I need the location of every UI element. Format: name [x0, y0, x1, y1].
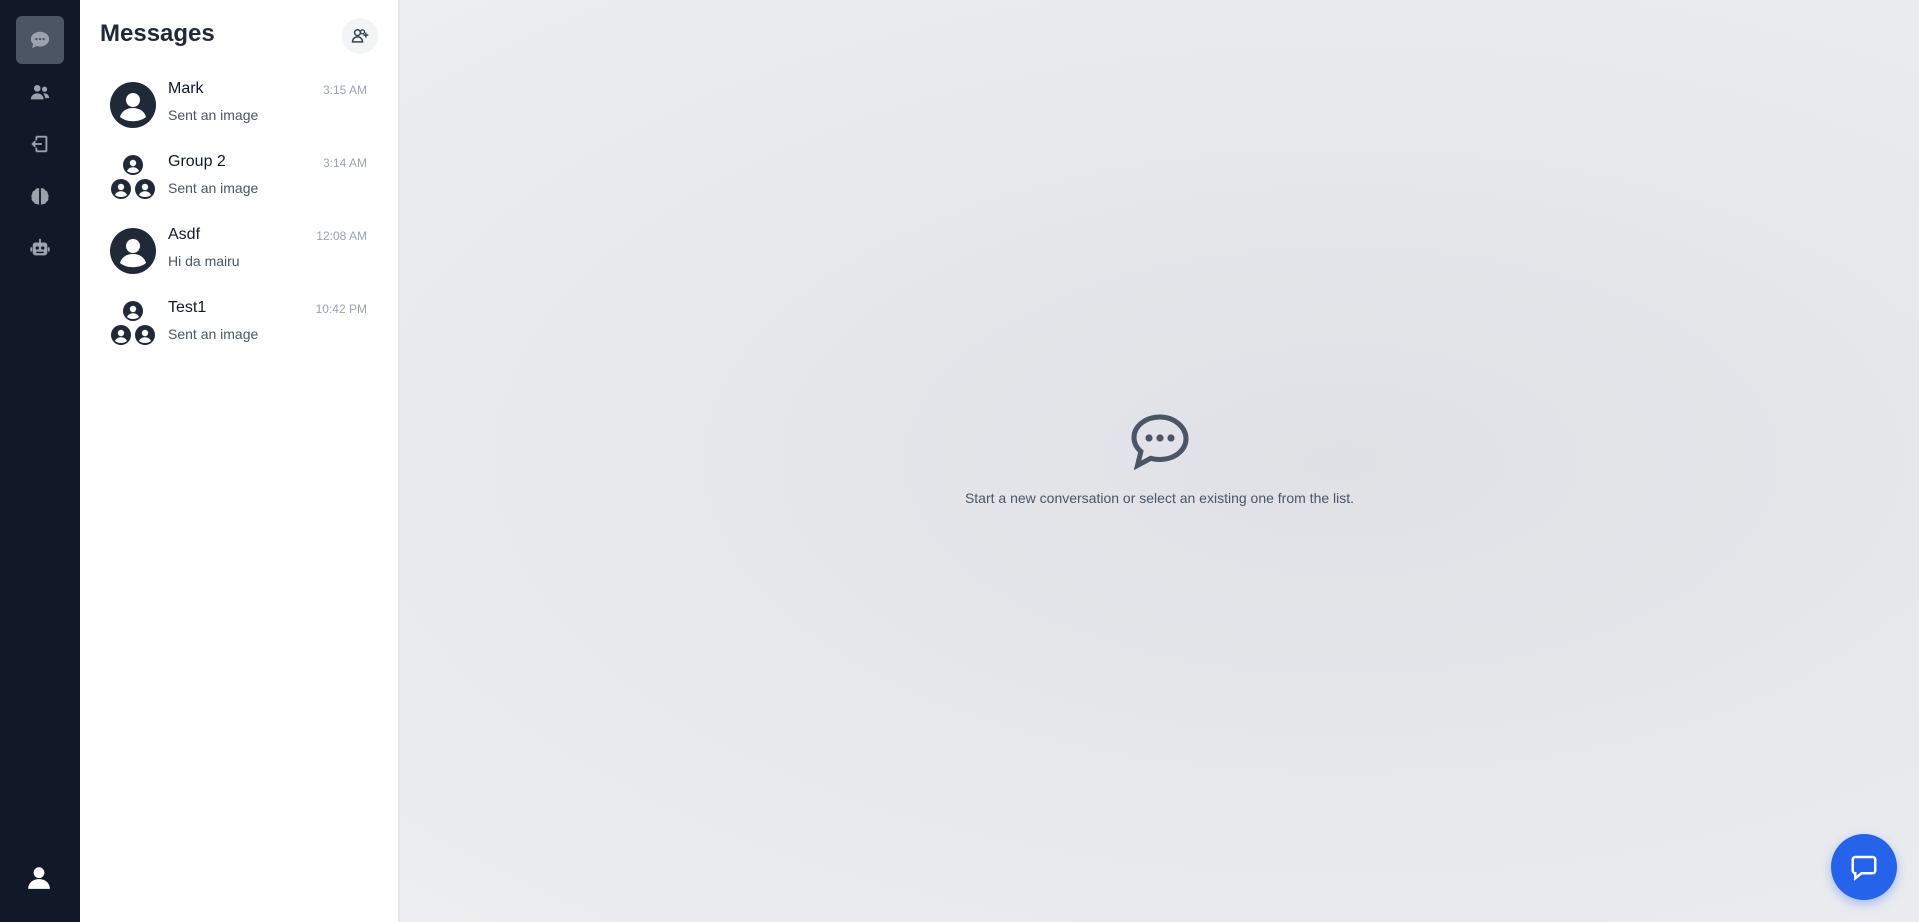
logout-icon [31, 135, 48, 153]
rail-bot-button[interactable] [16, 224, 64, 272]
group-avatar-icon [111, 301, 155, 345]
empty-state: Start a new conversation or select an ex… [400, 413, 1919, 506]
chat-bubble-icon [30, 31, 50, 49]
conversation-item[interactable]: Asdf Hi da mairu 12:08 AM [80, 222, 399, 295]
conversation-preview: Hi da mairu [168, 253, 240, 269]
rail-contacts-button[interactable] [16, 68, 64, 116]
user-avatar-icon [28, 867, 50, 889]
conversation-item[interactable]: Group 2 Sent an image 3:14 AM [80, 149, 399, 222]
conversation-time: 3:15 AM [322, 83, 367, 97]
panel-header: Messages [100, 18, 378, 54]
conversation-preview: Sent an image [168, 326, 259, 342]
conversation-preview: Sent an image [168, 180, 259, 196]
rail-logout-button[interactable] [16, 120, 64, 168]
group-avatar-icon [111, 155, 155, 199]
conversation-panel: Messages Mark Sent an image 3:15 AM Grou… [80, 0, 399, 922]
icon-rail [0, 0, 80, 922]
users-icon [30, 85, 50, 100]
conversation-time: 3:14 AM [322, 156, 367, 170]
group-avatar [110, 155, 156, 201]
avatar [110, 82, 156, 128]
avatar [110, 228, 156, 274]
chat-fab-button[interactable] [1831, 834, 1897, 900]
user-avatar-icon [110, 82, 156, 128]
conversation-name: Mark [168, 80, 204, 97]
chat-main-area: Start a new conversation or select an ex… [400, 0, 1919, 922]
new-conversation-button[interactable] [342, 18, 378, 54]
group-avatar [110, 301, 156, 347]
comment-dots-icon [1130, 414, 1189, 471]
user-avatar-icon [110, 228, 156, 274]
conversation-preview: Sent an image [168, 107, 259, 123]
robot-icon [30, 238, 50, 256]
rail-chats-button[interactable] [16, 16, 64, 64]
page-title: Messages [100, 20, 215, 47]
conversation-name: Group 2 [168, 153, 226, 170]
conversation-name: Test1 [168, 299, 207, 316]
profile-avatar[interactable] [19, 857, 59, 897]
empty-state-text: Start a new conversation or select an ex… [964, 490, 1355, 506]
add-user-icon [351, 28, 369, 43]
conversation-item[interactable]: Test1 Sent an image 10:42 PM [80, 295, 399, 368]
rail-brain-button[interactable] [16, 172, 64, 220]
brain-icon [31, 188, 49, 205]
conversation-time: 12:08 AM [316, 229, 367, 243]
conversation-item[interactable]: Mark Sent an image 3:15 AM [80, 76, 399, 149]
chat-icon [1851, 855, 1877, 881]
conversation-time: 10:42 PM [315, 302, 367, 316]
conversation-name: Asdf [168, 226, 201, 243]
